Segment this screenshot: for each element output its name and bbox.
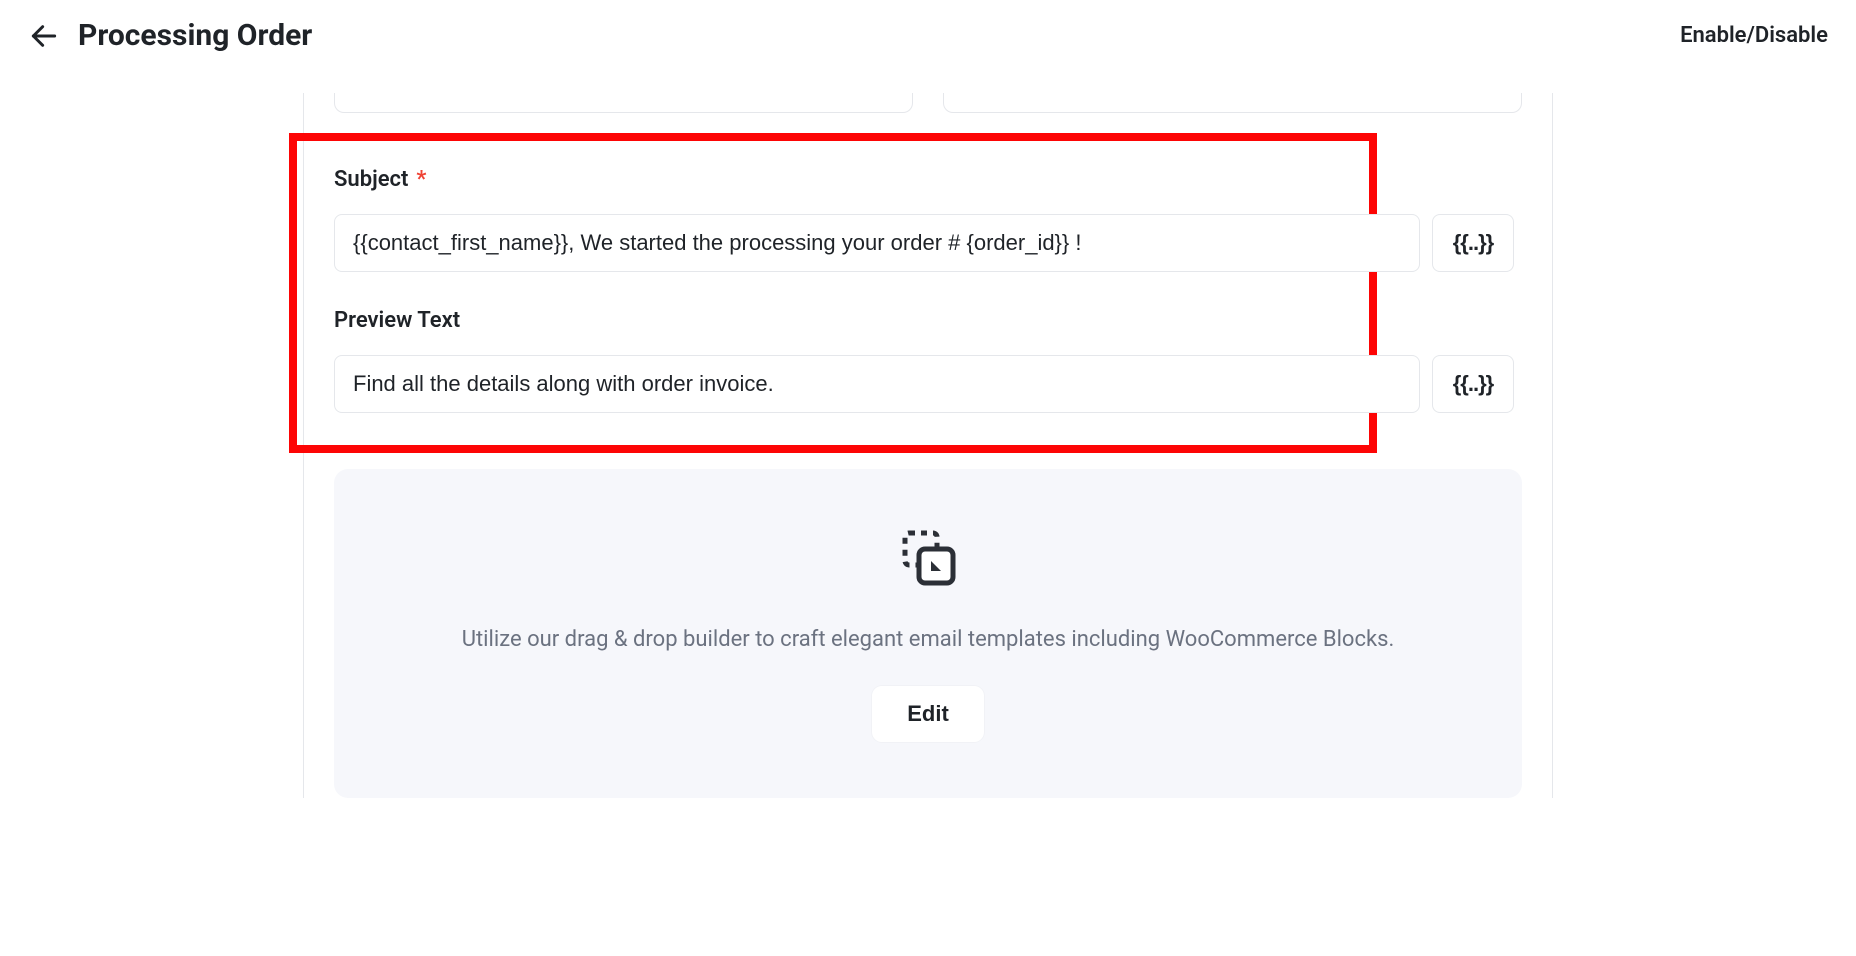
preview-input[interactable] bbox=[334, 355, 1420, 413]
top-partial-row bbox=[334, 93, 1522, 113]
preview-input-row: {{..}} bbox=[297, 355, 1514, 413]
preview-label-row: Preview Text bbox=[297, 308, 1514, 333]
preview-label: Preview Text bbox=[334, 308, 460, 333]
subject-input[interactable] bbox=[334, 214, 1420, 272]
page-title: Processing Order bbox=[78, 18, 312, 53]
edit-button[interactable]: Edit bbox=[872, 686, 984, 742]
highlight-zone: Subject * {{..}} Preview Text {{..}} bbox=[289, 133, 1377, 453]
back-arrow-icon[interactable] bbox=[28, 20, 60, 52]
subject-merge-tag-button[interactable]: {{..}} bbox=[1432, 214, 1514, 272]
top-box-left bbox=[334, 93, 913, 113]
subject-label: Subject bbox=[334, 167, 408, 192]
subject-field-block: Subject * {{..}} bbox=[297, 167, 1514, 272]
builder-drag-icon bbox=[893, 525, 963, 595]
content-outer: Subject * {{..}} Preview Text {{..}} bbox=[0, 93, 1856, 798]
builder-panel: Utilize our drag & drop builder to craft… bbox=[334, 469, 1522, 798]
subject-label-row: Subject * bbox=[297, 167, 1514, 192]
page-header: Processing Order Enable/Disable bbox=[0, 0, 1856, 93]
preview-merge-tag-button[interactable]: {{..}} bbox=[1432, 355, 1514, 413]
required-star: * bbox=[416, 167, 426, 192]
top-box-right bbox=[943, 93, 1522, 113]
preview-field-block: Preview Text {{..}} bbox=[297, 308, 1514, 413]
header-left: Processing Order bbox=[28, 18, 312, 53]
subject-input-row: {{..}} bbox=[297, 214, 1514, 272]
builder-description: Utilize our drag & drop builder to craft… bbox=[462, 625, 1395, 656]
content-panel: Subject * {{..}} Preview Text {{..}} bbox=[303, 93, 1553, 798]
enable-disable-toggle[interactable]: Enable/Disable bbox=[1680, 23, 1828, 48]
